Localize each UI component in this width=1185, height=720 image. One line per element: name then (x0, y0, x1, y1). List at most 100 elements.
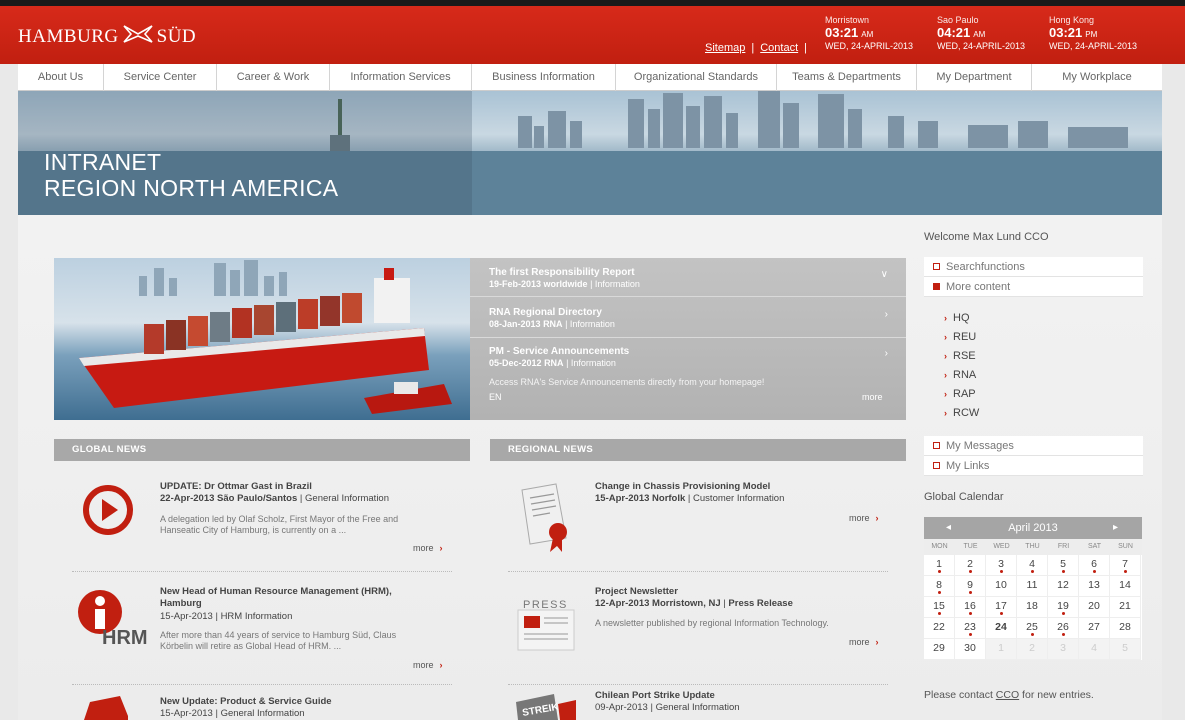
sub-item-rse[interactable]: › RSE (944, 347, 979, 366)
news-more-link[interactable]: more › (849, 513, 879, 523)
calendar-day[interactable]: 27 (1079, 618, 1110, 639)
news-title[interactable]: UPDATE: Dr Ottmar Gast in Brazil (160, 481, 312, 492)
sidebar-item-my-messages[interactable]: My Messages (924, 436, 1143, 456)
calendar-day[interactable]: 6 (1079, 555, 1110, 576)
clock-city: Morristown (825, 15, 870, 25)
teaser-meta: 19-Feb-2013 worldwide | Information (489, 279, 640, 289)
news-title[interactable]: New Head of Human Resource Management (H… (160, 586, 392, 597)
news-title[interactable]: Chilean Port Strike Update (595, 690, 715, 701)
press-release-icon[interactable]: PRESS (516, 594, 576, 657)
teaser-divider (470, 337, 906, 338)
calendar-day[interactable]: 23 (955, 618, 986, 639)
strike-icon[interactable]: STREIK (514, 692, 578, 720)
sidebar-item-more-content[interactable]: More content (924, 277, 1143, 297)
calendar-day[interactable]: 25 (1017, 618, 1048, 639)
cco-link[interactable]: CCO (996, 689, 1019, 701)
news-title[interactable]: New Update: Product & Service Guide (160, 696, 332, 707)
calendar-day[interactable]: 3 (1048, 639, 1079, 660)
calendar-day[interactable]: 4 (1079, 639, 1110, 660)
sub-item-reu[interactable]: › REU (944, 328, 979, 347)
calendar-day[interactable]: 15 (924, 597, 955, 618)
calendar-day[interactable]: 13 (1079, 576, 1110, 597)
guide-book-icon[interactable] (80, 694, 130, 720)
nav-service-center[interactable]: Service Center (104, 64, 217, 91)
calendar-day[interactable]: 18 (1017, 597, 1048, 618)
container-ship-image[interactable] (54, 258, 470, 420)
clock-sao-paulo: Sao Paulo 04:21 AM WED, 24-APRIL-2013 (937, 15, 1025, 52)
sidebar-item-my-links[interactable]: My Links (924, 456, 1143, 476)
sub-item-hq[interactable]: › HQ (944, 309, 979, 328)
sub-item-rcw[interactable]: › RCW (944, 404, 979, 423)
teaser-meta: 08-Jan-2013 RNA | Information (489, 319, 615, 329)
calendar-day[interactable]: 1 (986, 639, 1017, 660)
calendar-day[interactable]: 16 (955, 597, 986, 618)
news-title[interactable]: Project Newsletter (595, 586, 678, 597)
calendar-day[interactable]: 4 (1017, 555, 1048, 576)
clock-date: WED, 24-APRIL-2013 (937, 41, 1026, 51)
calendar-day[interactable]: 26 (1048, 618, 1079, 639)
calendar-day[interactable]: 10 (986, 576, 1017, 597)
calendar-day[interactable]: 3 (986, 555, 1017, 576)
calendar-day[interactable]: 20 (1079, 597, 1110, 618)
teaser-item[interactable]: PM - Service Announcements 05-Dec-2012 R… (470, 346, 906, 369)
nav-organizational-standards[interactable]: Organizational Standards (616, 64, 777, 91)
calendar-day[interactable]: 22 (924, 618, 955, 639)
calendar-header: ◂ April 2013 ▸ (924, 517, 1142, 539)
arrow-right-icon: › (944, 332, 947, 342)
news-more-link[interactable]: more › (413, 543, 443, 553)
calendar-day[interactable]: 24 (986, 618, 1017, 639)
calendar-day[interactable]: 11 (1017, 576, 1048, 597)
calendar-day[interactable]: 21 (1110, 597, 1141, 618)
calendar-day[interactable]: 28 (1110, 618, 1141, 639)
sub-item-rap[interactable]: › RAP (944, 385, 979, 404)
calendar-day[interactable]: 12 (1048, 576, 1079, 597)
sub-item-rna[interactable]: › RNA (944, 366, 979, 385)
calendar-day[interactable]: 5 (1048, 555, 1079, 576)
expand-chevron-icon[interactable]: ∨ (881, 269, 888, 280)
calendar-weekdays: MON TUE WED THU FRI SAT SUN (924, 539, 1142, 555)
arrow-right-icon: › (944, 313, 947, 323)
calendar-day[interactable]: 30 (955, 639, 986, 660)
weekday-label: SAT (1087, 543, 1102, 550)
next-month-icon[interactable]: ▸ (1113, 517, 1118, 539)
main-nav: About Us Service Center Career & Work In… (18, 64, 1162, 91)
nav-information-services[interactable]: Information Services (330, 64, 472, 91)
nav-teams-departments[interactable]: Teams & Departments (777, 64, 917, 91)
nav-business-information[interactable]: Business Information (472, 64, 616, 91)
chevron-right-icon[interactable]: › (885, 348, 888, 359)
calendar-day[interactable]: 29 (924, 639, 955, 660)
nav-my-workplace[interactable]: My Workplace (1032, 64, 1162, 91)
calendar-day[interactable]: 7 (1110, 555, 1141, 576)
nav-about-us[interactable]: About Us (18, 64, 104, 91)
calendar-day[interactable]: 1 (924, 555, 955, 576)
certificate-document-icon[interactable] (516, 482, 576, 559)
news-title[interactable]: Change in Chassis Provisioning Model (595, 481, 770, 492)
chevron-right-icon[interactable]: › (885, 309, 888, 320)
sitemap-link[interactable]: Sitemap (705, 42, 745, 54)
calendar-day[interactable]: 9 (955, 576, 986, 597)
nav-career-work[interactable]: Career & Work (217, 64, 330, 91)
calendar-day[interactable]: 2 (1017, 639, 1048, 660)
calendar-day[interactable]: 14 (1110, 576, 1141, 597)
calendar-day[interactable]: 5 (1110, 639, 1141, 660)
news-title-line2[interactable]: Hamburg (160, 598, 202, 609)
contact-link[interactable]: Contact (760, 42, 798, 54)
nav-my-department[interactable]: My Department (917, 64, 1032, 91)
prev-month-icon[interactable]: ◂ (946, 517, 951, 539)
calendar-day[interactable]: 2 (955, 555, 986, 576)
calendar-day[interactable]: 19 (1048, 597, 1079, 618)
teaser-more-link[interactable]: more (862, 392, 883, 402)
hamburg-sud-logo[interactable]: HAMBURG SÜD (18, 24, 196, 50)
calendar-day[interactable]: 17 (986, 597, 1017, 618)
news-more-link[interactable]: more › (413, 660, 443, 670)
hrm-icon[interactable]: HRM (74, 588, 152, 653)
sidebar-item-searchfunctions[interactable]: Searchfunctions (924, 257, 1143, 277)
welcome-text: Welcome Max Lund CCO (924, 231, 1049, 243)
calendar-day[interactable]: 8 (924, 576, 955, 597)
global-news-heading: GLOBAL NEWS (54, 439, 470, 461)
teaser-item[interactable]: The first Responsibility Report 19-Feb-2… (470, 267, 906, 290)
news-more-link[interactable]: more › (849, 637, 879, 647)
svg-text:HRM: HRM (102, 627, 148, 648)
teaser-item[interactable]: RNA Regional Directory 08-Jan-2013 RNA |… (470, 307, 906, 330)
play-icon[interactable] (82, 484, 134, 541)
